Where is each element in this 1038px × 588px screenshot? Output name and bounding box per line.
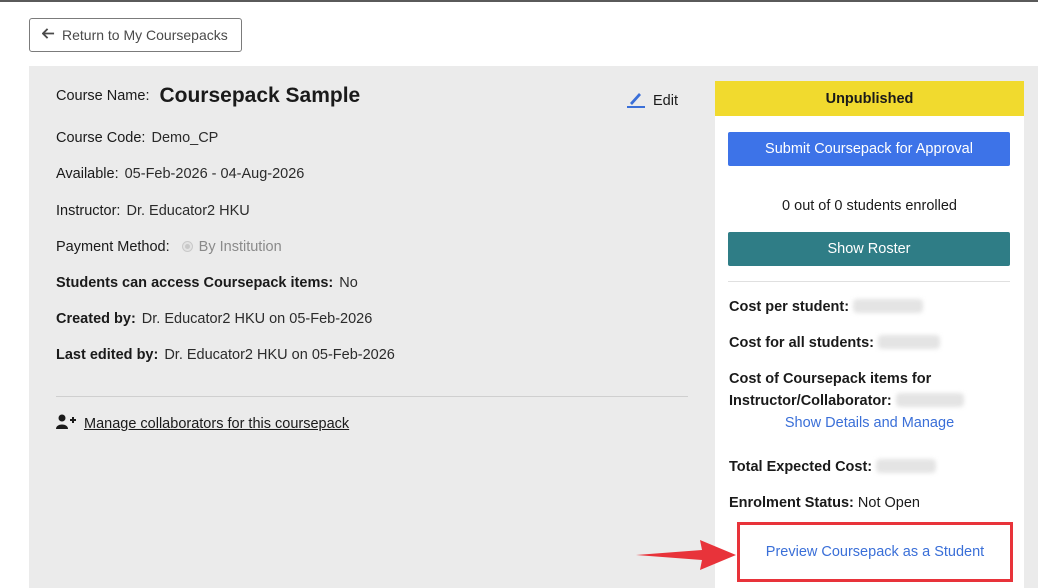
- cost-per-student-label: Cost per student:: [729, 299, 850, 315]
- course-code: Demo_CP: [151, 130, 219, 146]
- enrolment-status-value: Not Open: [857, 495, 920, 511]
- course-code-row: Course Code: Demo_CP: [56, 130, 218, 146]
- show-roster-button[interactable]: Show Roster: [728, 232, 1010, 266]
- payment-radio: [181, 241, 193, 252]
- enrolled-count: 0 out of 0 students enrolled: [782, 198, 957, 214]
- edit-label: Edit: [653, 93, 678, 109]
- return-to-coursepacks-button[interactable]: Return to My Coursepacks: [29, 18, 242, 52]
- sidebar: Unpublished Submit Coursepack for Approv…: [715, 81, 1024, 588]
- return-label: Return to My Coursepacks: [62, 27, 228, 43]
- edited-value: Dr. Educator2 HKU on 05-Feb-2026: [164, 347, 395, 363]
- enrolment-status-label: Enrolment Status:: [729, 495, 854, 511]
- total-cost-label: Total Expected Cost:: [729, 459, 873, 475]
- cost-items-value-redacted: [895, 393, 964, 407]
- edited-label: Last edited by:: [56, 347, 159, 363]
- created-row: Created by: Dr. Educator2 HKU on 05-Feb-2…: [56, 311, 372, 327]
- cost-all-label: Cost for all students:: [729, 335, 875, 351]
- cost-all-students-row: Cost for all students:: [729, 335, 941, 351]
- pencil-icon: [626, 90, 646, 112]
- available-dates: 05-Feb-2026 - 04-Aug-2026: [124, 166, 305, 182]
- instructor-name: Dr. Educator2 HKU: [126, 203, 250, 219]
- access-label: Students can access Coursepack items:: [56, 275, 334, 291]
- available-label: Available:: [56, 166, 119, 182]
- edit-button[interactable]: Edit: [626, 90, 678, 112]
- course-name-row: Course Name: Coursepack Sample: [56, 84, 360, 108]
- total-cost-row: Total Expected Cost:: [729, 459, 937, 475]
- access-row: Students can access Coursepack items: No: [56, 275, 358, 291]
- access-value: No: [339, 275, 358, 291]
- cost-items-label-2: Instructor/Collaborator:: [729, 393, 892, 409]
- arrow-left-icon: [41, 27, 55, 43]
- enrolment-status-row: Enrolment Status: Not Open: [729, 495, 920, 511]
- edited-row: Last edited by: Dr. Educator2 HKU on 05-F…: [56, 347, 395, 363]
- course-code-label: Course Code:: [56, 130, 146, 146]
- manage-collaborators-link[interactable]: Manage collaborators for this coursepack: [84, 416, 349, 432]
- created-value: Dr. Educator2 HKU on 05-Feb-2026: [141, 311, 373, 327]
- show-details-manage-link[interactable]: Show Details and Manage: [715, 415, 1024, 431]
- available-row: Available: 05-Feb-2026 - 04-Aug-2026: [56, 166, 304, 182]
- sidebar-divider: [728, 281, 1010, 282]
- course-name-label: Course Name:: [56, 88, 150, 104]
- divider: [56, 396, 688, 397]
- payment-value: By Institution: [198, 239, 282, 255]
- total-cost-value-redacted: [876, 459, 937, 473]
- manage-collaborators[interactable]: Manage collaborators for this coursepack: [56, 414, 349, 434]
- created-label: Created by:: [56, 311, 136, 327]
- cost-per-student-value-redacted: [853, 299, 924, 313]
- payment-label: Payment Method:: [56, 239, 170, 255]
- cost-items-label-1: Cost of Coursepack items for: [729, 371, 932, 387]
- cost-items-row-1: Cost of Coursepack items for: [729, 371, 931, 387]
- course-name: Coursepack Sample: [159, 84, 361, 107]
- user-plus-icon: [56, 414, 76, 434]
- cost-all-value-redacted: [878, 335, 941, 349]
- preview-highlight-box: Preview Coursepack as a Student: [737, 522, 1013, 582]
- status-badge: Unpublished: [715, 81, 1024, 116]
- cost-per-student-row: Cost per student:: [729, 299, 924, 315]
- submit-for-approval-button[interactable]: Submit Coursepack for Approval: [728, 132, 1010, 166]
- cost-items-row-2: Instructor/Collaborator:: [729, 393, 964, 409]
- payment-row: Payment Method: By Institution: [56, 239, 282, 255]
- instructor-row: Instructor: Dr. Educator2 HKU: [56, 203, 250, 219]
- preview-as-student-link[interactable]: Preview Coursepack as a Student: [766, 544, 984, 560]
- red-pointer-arrow-icon: [636, 540, 736, 570]
- instructor-label: Instructor:: [56, 203, 121, 219]
- top-border: [0, 0, 1038, 2]
